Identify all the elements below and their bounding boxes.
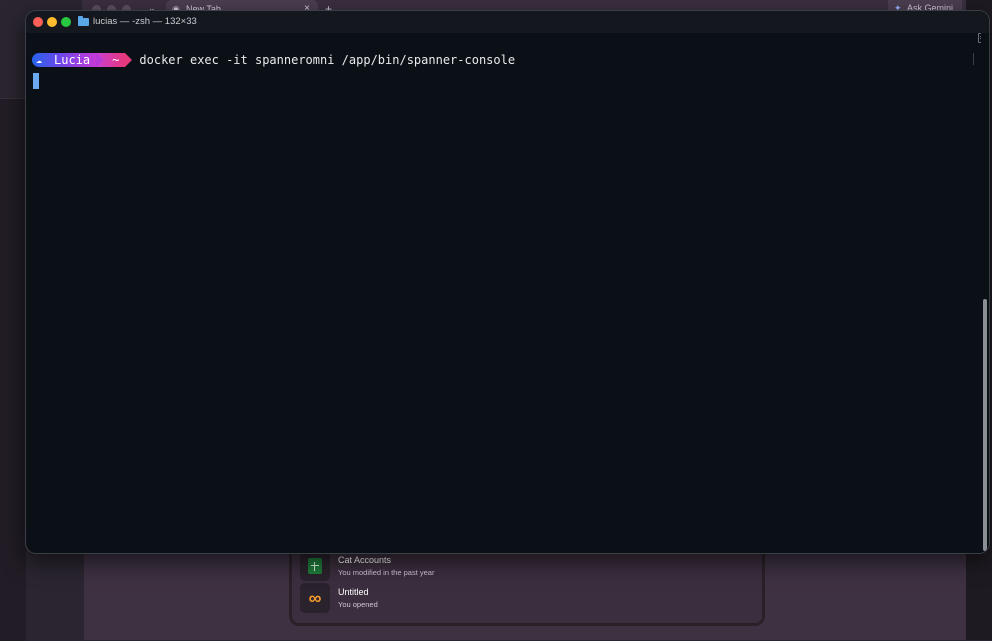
recent-file-title: Untitled	[338, 587, 369, 597]
prompt-line: ☁ Lucia ~ docker exec -it spanneromni /a…	[32, 52, 515, 68]
colab-icon: ∞	[300, 583, 330, 613]
recent-file-subtitle: You modified in the past year	[338, 568, 435, 577]
prompt-directory-segment: ~	[96, 53, 126, 67]
window-title: lucias — -zsh — 132×33	[78, 15, 197, 27]
recent-files-card: Cat Accounts You modified in the past ye…	[289, 548, 765, 626]
window-title-text: lucias — -zsh — 132×33	[93, 16, 197, 27]
folder-icon	[78, 15, 89, 26]
zoom-button[interactable]	[61, 17, 71, 27]
command-text: docker exec -it spanneromni /app/bin/spa…	[139, 53, 516, 67]
column-marker	[973, 53, 974, 65]
sheets-icon	[300, 551, 330, 581]
cloud-icon: ☁	[36, 54, 43, 66]
terminal-titlebar[interactable]: lucias — -zsh — 132×33	[26, 11, 989, 33]
prompt-username: Lucia	[54, 53, 91, 67]
terminal-scrollbar[interactable]	[981, 33, 989, 553]
recent-file-row[interactable]: Cat Accounts You modified in the past ye…	[300, 551, 740, 583]
scrollbar-thumb[interactable]	[983, 299, 987, 551]
recent-file-title: Cat Accounts	[338, 555, 392, 565]
close-button[interactable]	[33, 17, 43, 27]
terminal-content[interactable]: ☁ Lucia ~ docker exec -it spanneromni /a…	[26, 33, 981, 553]
terminal-window[interactable]: lucias — -zsh — 132×33 ☁ Lucia ~ docker …	[26, 11, 989, 553]
prompt-arrow-icon	[125, 53, 133, 67]
minimize-button[interactable]	[47, 17, 57, 27]
text-cursor	[33, 73, 39, 89]
prompt-user-segment: ☁ Lucia	[32, 53, 97, 67]
prompt-directory: ~	[112, 53, 120, 67]
browser-left-pane	[0, 98, 26, 641]
recent-file-row[interactable]: ∞ Untitled You opened	[300, 583, 740, 615]
recent-file-subtitle: You opened	[338, 600, 378, 609]
